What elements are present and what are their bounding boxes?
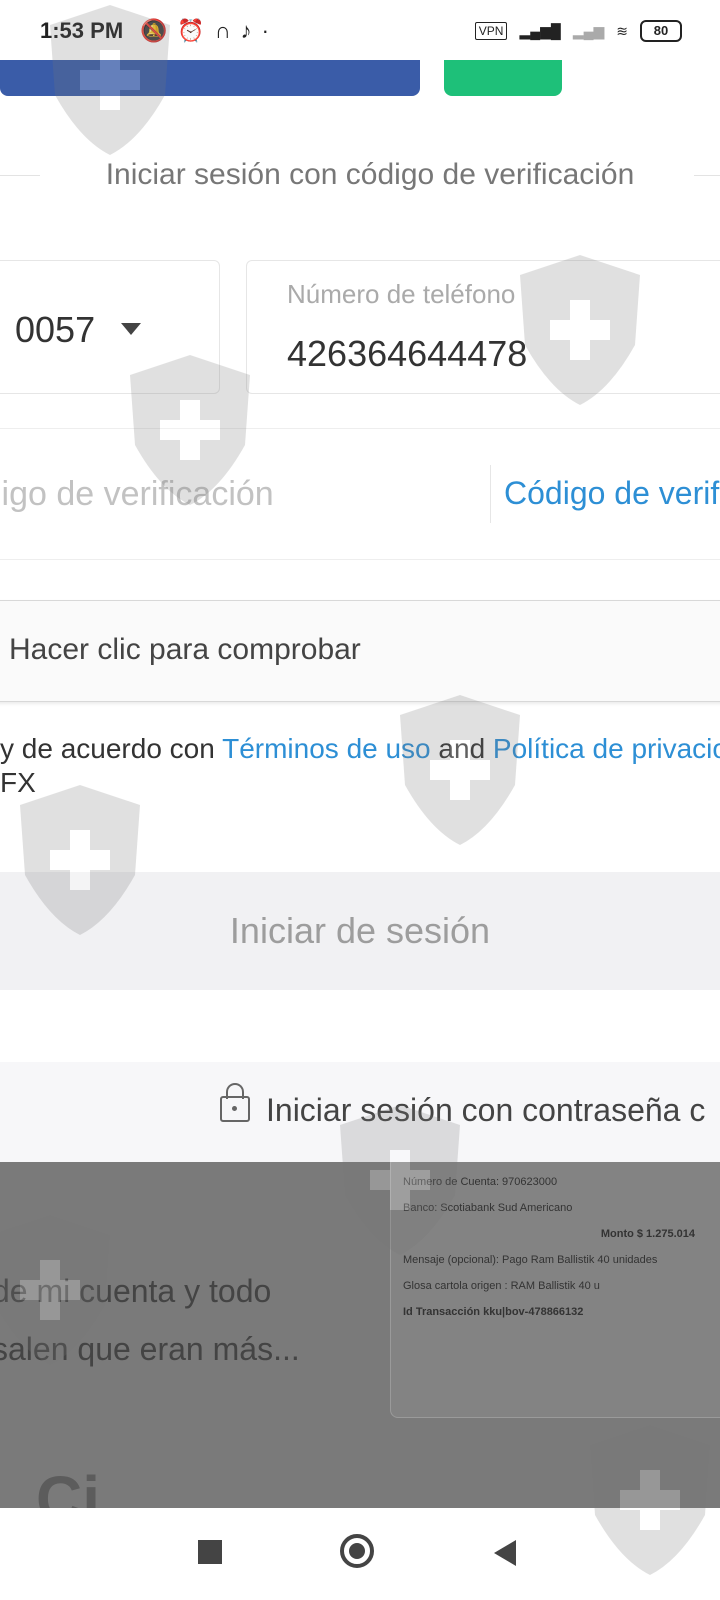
phone-number-value: 426364644478 xyxy=(287,333,528,374)
phone-number-field[interactable]: Número de teléfono 426364644478 xyxy=(246,260,720,394)
country-code-select[interactable]: 0057 xyxy=(0,260,220,394)
post-snippet: de mi cuenta y todo salen que eran más..… xyxy=(0,1262,300,1378)
signal-icon: ▂▄▆█ xyxy=(519,22,561,39)
headphones-icon: ∩ xyxy=(214,18,231,43)
verification-code-row: ligo de verificación Código de verif xyxy=(0,428,720,560)
section-title: Iniciar sesión con código de verificació… xyxy=(105,158,635,191)
captcha-button[interactable]: Hacer clic para comprobar xyxy=(0,600,720,702)
terms-agreement: y de acuerdo con Términos de uso and Pol… xyxy=(0,732,720,800)
terms-prefix: y de acuerdo con xyxy=(0,733,223,764)
receipt-line: Monto $ 1.275.014 xyxy=(600,1228,695,1240)
lock-icon xyxy=(220,1083,250,1122)
status-bar: 1:53 PM 🔕 ⏰ ∩ ♪ · VPN ▂▄▆█ ▂▄▆ ≋ 80 xyxy=(0,0,720,60)
back-icon[interactable] xyxy=(494,1540,516,1566)
receipt-line: Mensaje (opcional): Pago Ram Ballistik 4… xyxy=(403,1254,658,1266)
password-login-button[interactable]: Iniciar sesión con contraseña c xyxy=(0,1062,720,1162)
battery-icon: 80 xyxy=(640,20,682,42)
phone-number-label: Número de teléfono xyxy=(287,279,516,309)
tiktok-icon: ♪ xyxy=(240,18,252,43)
signal-2-icon: ▂▄▆ xyxy=(572,22,605,39)
terms-of-use-link[interactable]: Términos de uso xyxy=(222,733,431,764)
dot-icon: · xyxy=(261,18,269,43)
mute-icon: 🔕 xyxy=(140,18,168,43)
snippet-line: de mi cuenta y todo xyxy=(0,1273,272,1309)
country-code-value: 0057 xyxy=(15,309,96,350)
password-login-label: Iniciar sesión con contraseña c xyxy=(266,1092,706,1128)
notification-icons: 🔕 ⏰ ∩ ♪ · xyxy=(140,18,269,44)
divider-line-right xyxy=(694,175,720,176)
receipt-line: Banco: Scotiabank Sud Americano xyxy=(403,1202,573,1214)
terms-and: and xyxy=(430,733,493,764)
wifi-icon: ≋ xyxy=(616,22,628,39)
background-heading: Ci xyxy=(36,1463,100,1508)
privacy-policy-link[interactable]: Política de privacio xyxy=(493,733,720,764)
send-code-button[interactable]: Código de verif xyxy=(504,475,719,512)
snippet-line: salen que eran más... xyxy=(0,1331,300,1367)
section-divider: Iniciar sesión con código de verificació… xyxy=(0,150,720,200)
login-button[interactable]: Iniciar de sesión xyxy=(0,872,720,990)
divider xyxy=(490,465,491,523)
captcha-label: Hacer clic para comprobar xyxy=(9,633,361,666)
vpn-badge: VPN xyxy=(474,22,508,40)
background-overlay: Número de Cuenta: 970623000 Banco: Scoti… xyxy=(0,1162,720,1508)
alarm-icon: ⏰ xyxy=(177,18,205,43)
terms-line2: FX xyxy=(0,767,36,798)
chevron-down-icon xyxy=(121,323,141,335)
receipt-line: Número de Cuenta: 970623000 xyxy=(403,1176,558,1188)
login-button-label: Iniciar de sesión xyxy=(229,910,491,951)
receipt-line: Id Transacción kku|bov-478866132 xyxy=(403,1306,584,1318)
recents-icon[interactable] xyxy=(198,1540,222,1564)
system-icons: VPN ▂▄▆█ ▂▄▆ ≋ 80 xyxy=(474,20,682,42)
navigation-bar xyxy=(0,1508,720,1600)
receipt-line: Glosa cartola origen : RAM Ballistik 40 … xyxy=(403,1280,600,1292)
home-icon[interactable] xyxy=(340,1534,374,1568)
chat-login-button[interactable] xyxy=(444,54,562,96)
receipt-image: Número de Cuenta: 970623000 Banco: Scoti… xyxy=(390,1162,720,1418)
clock: 1:53 PM xyxy=(40,18,124,43)
verification-code-input[interactable]: ligo de verificación xyxy=(0,475,274,514)
facebook-login-button[interactable] xyxy=(0,54,420,96)
